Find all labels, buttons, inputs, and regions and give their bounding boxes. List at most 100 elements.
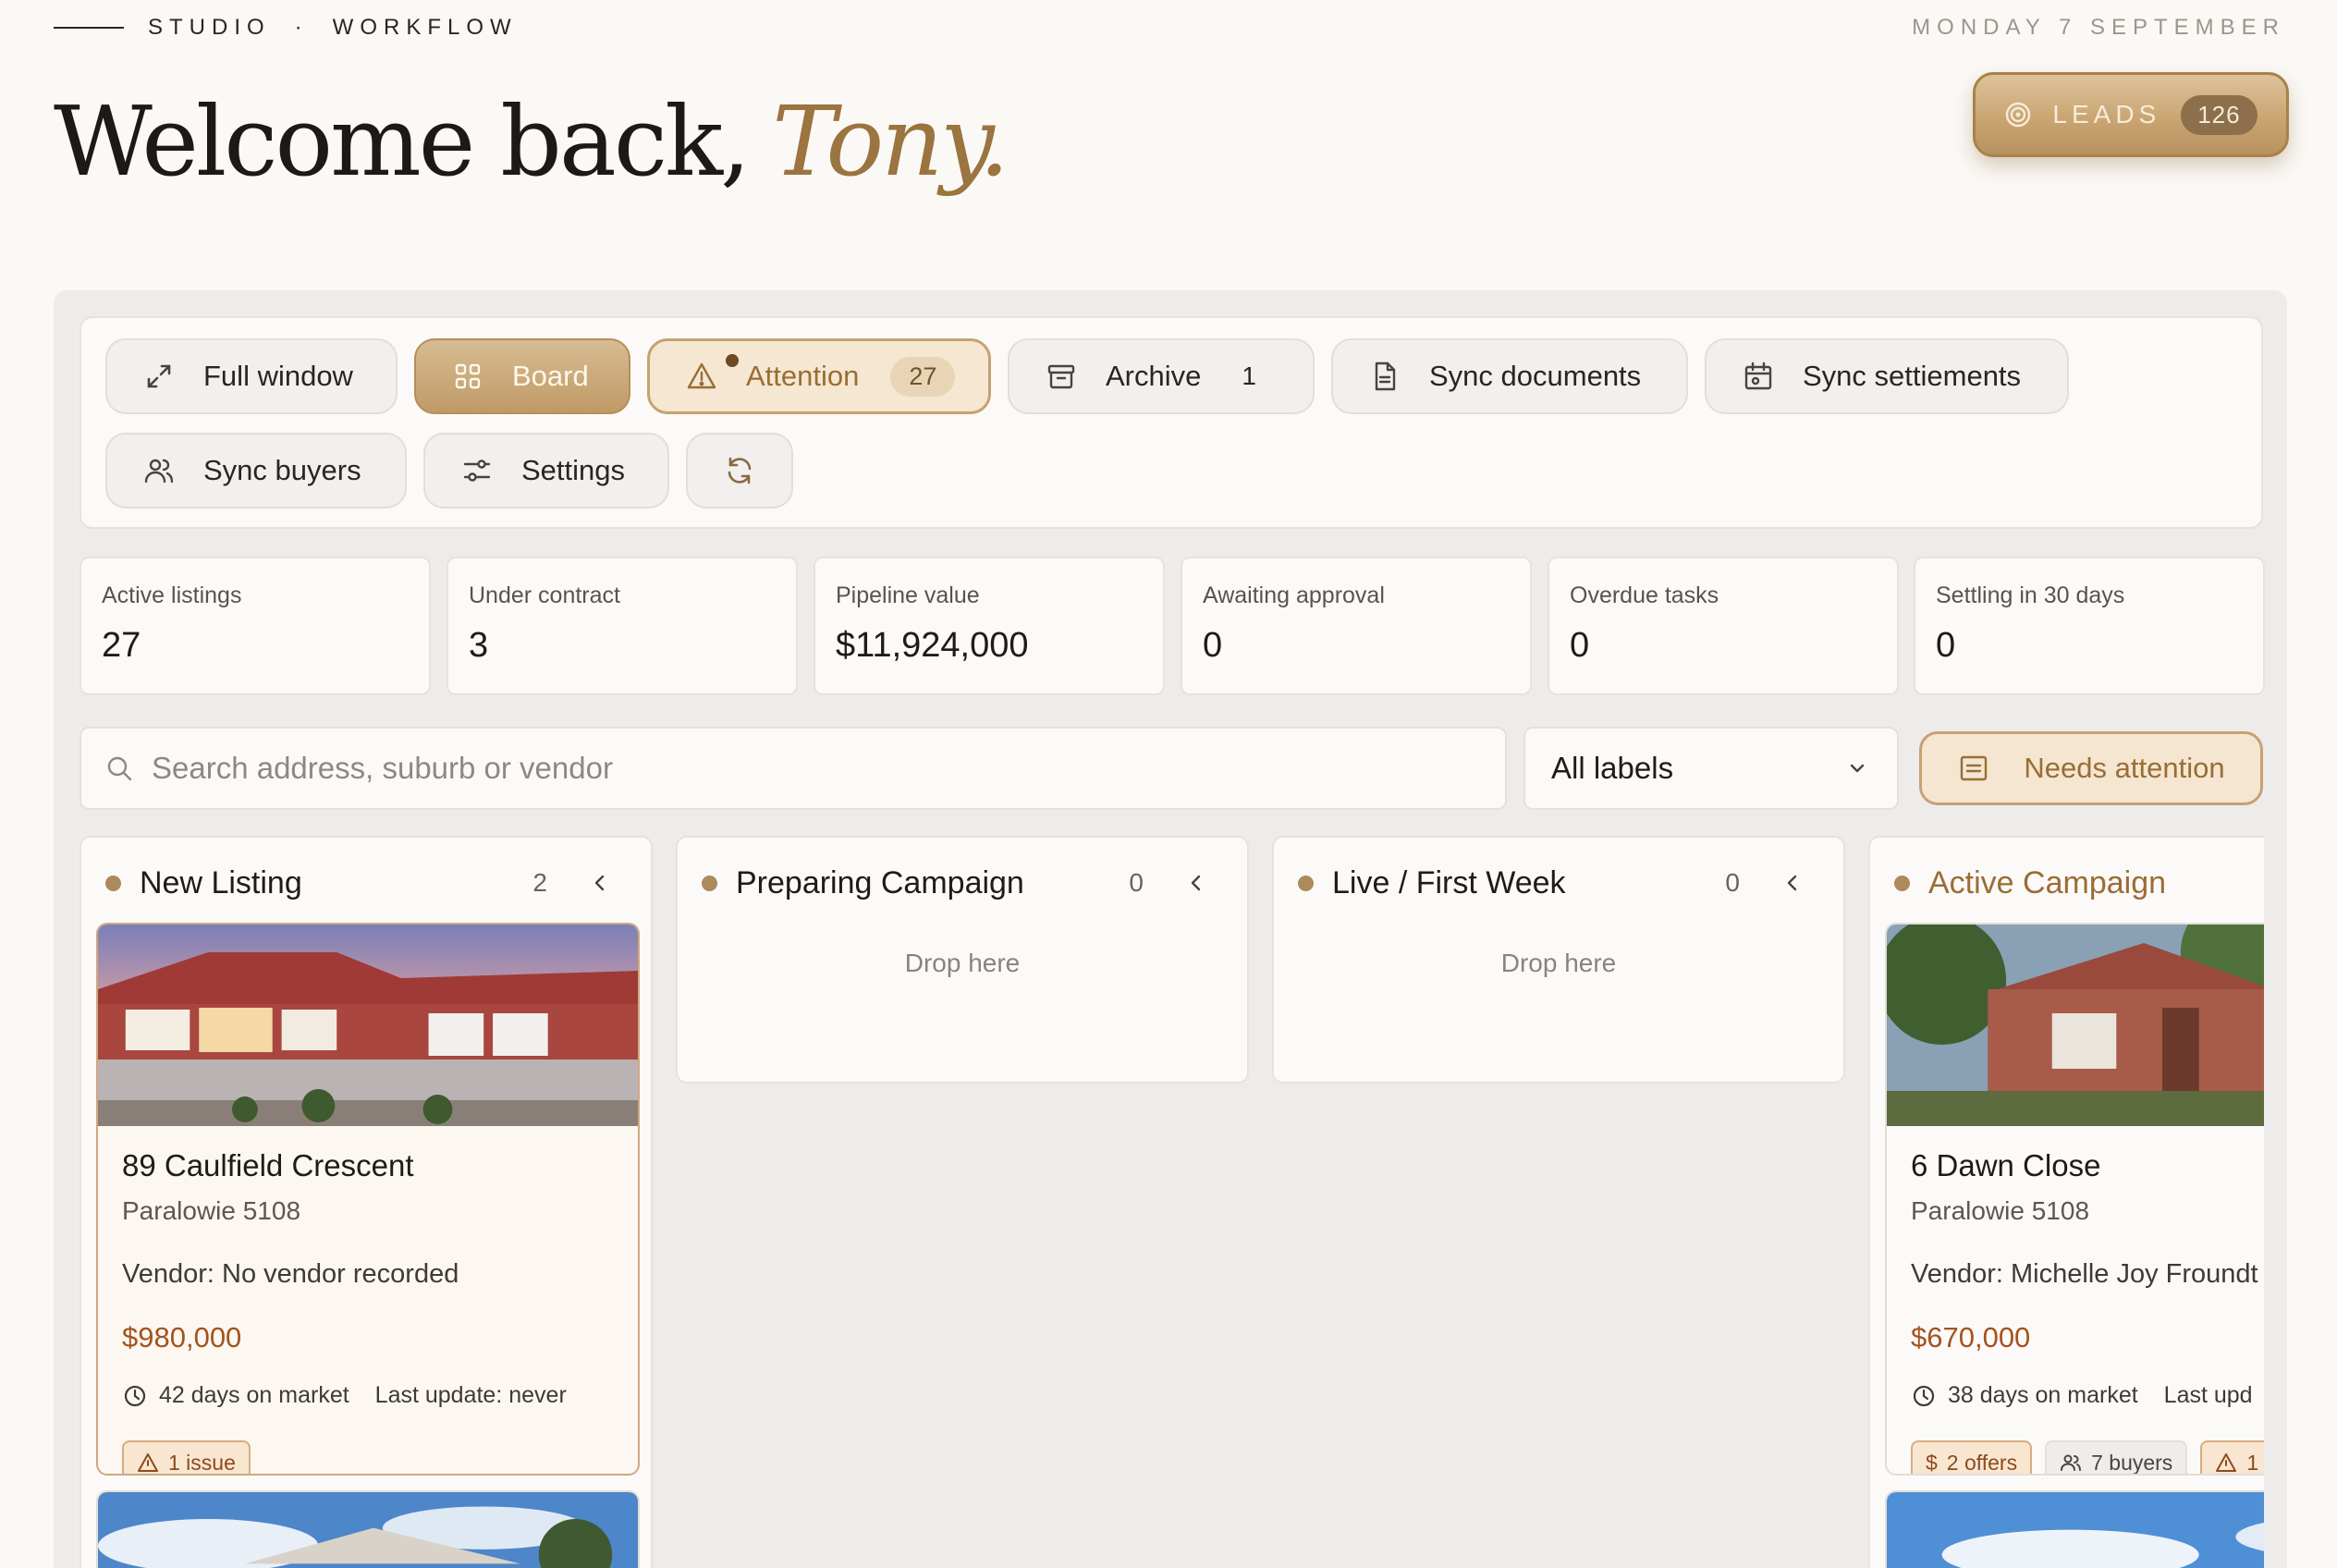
column-status-dot	[1298, 875, 1314, 891]
sync-settlements-button[interactable]: Sync settiements	[1705, 338, 2069, 414]
stat-label: Under contract	[469, 582, 620, 608]
issue-tag[interactable]: 1	[2200, 1440, 2264, 1475]
property-suburb: Paralowie 5108	[1911, 1196, 2090, 1225]
offers-tag-label: 2 offers	[1946, 1450, 2018, 1475]
issue-tag-label: 1 issue	[168, 1450, 236, 1475]
leads-label: LEADS	[2052, 100, 2161, 129]
welcome-text: Welcome back,	[54, 85, 751, 198]
collapse-chevron-icon[interactable]	[586, 869, 614, 897]
search-input[interactable]	[152, 751, 1505, 786]
stat-value: 3	[469, 626, 489, 665]
target-icon	[2006, 102, 2031, 128]
days-on-market-text: 42 days on market	[159, 1382, 349, 1408]
column-active-campaign: Active Campaign 6 Dawn Close Paralowie 5…	[1868, 836, 2264, 1568]
expand-icon	[147, 364, 171, 388]
card-tags: 1 issue	[122, 1440, 614, 1475]
property-suburb: Paralowie 5108	[122, 1196, 301, 1225]
buyers-tag[interactable]: 7 buyers	[2045, 1440, 2188, 1475]
archive-icon	[1047, 364, 1075, 389]
last-update: Last update: never	[374, 1382, 567, 1408]
stat-overdue-tasks: Overdue tasks 0	[1548, 557, 1899, 695]
app-eyebrow: STUDIO · WORKFLOW	[54, 15, 518, 41]
eyebrow-separator: ·	[294, 15, 309, 40]
column-status-dot	[105, 875, 121, 891]
stat-value: 0	[1936, 626, 1956, 665]
archive-button[interactable]: Archive 1	[1008, 338, 1315, 414]
offers-tag[interactable]: $ 2 offers	[1911, 1440, 2033, 1475]
stat-label: Settling in 30 days	[1936, 582, 2125, 608]
stat-pipeline-value: Pipeline value $11,924,000	[814, 557, 1165, 695]
listing-card[interactable]	[96, 1490, 640, 1568]
board-view-button[interactable]: Board	[414, 338, 630, 414]
archive-count: 1	[1242, 361, 1256, 390]
buyers-tag-label: 7 buyers	[2091, 1450, 2173, 1475]
list-icon	[1961, 755, 1988, 781]
sliders-icon	[463, 459, 491, 482]
users-icon	[2061, 1454, 2082, 1471]
full-window-button[interactable]: Full window	[105, 338, 398, 414]
vendor-name: Vendor: Michelle Joy Froundt	[1911, 1259, 2258, 1289]
refresh-icon	[728, 457, 752, 484]
column-header: New Listing 2	[81, 838, 651, 928]
sync-documents-button[interactable]: Sync documents	[1331, 338, 1688, 414]
stat-settling-30-days: Settling in 30 days 0	[1914, 557, 2265, 695]
stat-label: Pipeline value	[836, 582, 980, 608]
leads-count-badge: 126	[2181, 94, 2257, 135]
listing-card[interactable]: 89 Caulfield Crescent Paralowie 5108 Ven…	[96, 923, 640, 1476]
last-update: Last upd	[2163, 1382, 2253, 1408]
property-price: $670,000	[1911, 1321, 2031, 1354]
needs-attention-button[interactable]: Needs attention	[1919, 731, 2263, 805]
drop-zone[interactable]: Drop here	[1274, 928, 1843, 978]
notification-dot	[726, 354, 739, 367]
attention-label: Attention	[746, 360, 860, 392]
eyebrow-rule	[54, 27, 124, 29]
drop-zone[interactable]: Drop here	[678, 928, 1247, 978]
board-label: Board	[512, 360, 589, 392]
issue-tag[interactable]: 1 issue	[122, 1440, 251, 1475]
issue-tag-label: 1	[2246, 1450, 2259, 1475]
refresh-button[interactable]	[686, 433, 793, 508]
listing-card[interactable]: 6 Dawn Close Paralowie 5108 Vendor: Mich…	[1885, 923, 2264, 1476]
sync-documents-label: Sync documents	[1429, 360, 1642, 392]
column-title: Live / First Week	[1332, 864, 1566, 900]
stat-active-listings: Active listings 27	[80, 557, 431, 695]
warning-icon	[687, 362, 716, 389]
days-on-market: 38 days on market	[1911, 1382, 2138, 1409]
toolbar: Full window Board Attention 27 Archive 1	[80, 316, 2263, 529]
stat-under-contract: Under contract 3	[447, 557, 798, 695]
sync-buyers-button[interactable]: Sync buyers	[105, 433, 407, 508]
user-name: Tony.	[772, 85, 1009, 198]
leads-button[interactable]: LEADS 126	[1973, 72, 2289, 157]
dollar-icon: $	[1926, 1450, 1938, 1475]
column-clip: Active Campaign 6 Dawn Close Paralowie 5…	[1868, 836, 2264, 1568]
card-tags: $ 2 offers 7 buyers 1	[1911, 1440, 2264, 1475]
search-bar	[80, 727, 1507, 810]
stat-value: 27	[102, 626, 141, 665]
full-window-label: Full window	[203, 360, 353, 392]
property-address: 6 Dawn Close	[1911, 1148, 2101, 1182]
warning-icon	[138, 1453, 158, 1472]
search-icon	[107, 756, 132, 781]
card-body: 89 Caulfield Crescent Paralowie 5108 Ven…	[98, 1126, 638, 1475]
listing-card[interactable]	[1885, 1490, 2264, 1568]
needs-attention-label: Needs attention	[2024, 752, 2225, 784]
column-live-first-week: Live / First Week 0 Drop here	[1272, 836, 1845, 1084]
attention-count-badge: 27	[890, 356, 956, 397]
column-title: New Listing	[140, 864, 302, 900]
column-header: Preparing Campaign 0	[678, 838, 1247, 928]
column-new-listing: New Listing 2 89 Caulfield Crescent Para…	[80, 836, 653, 1568]
property-photo	[1887, 925, 2264, 1126]
sync-buyers-label: Sync buyers	[203, 454, 361, 486]
collapse-chevron-icon[interactable]	[1182, 869, 1210, 897]
vendor-name: Vendor: No vendor recorded	[122, 1259, 459, 1289]
labels-dropdown[interactable]: All labels	[1523, 727, 1899, 810]
column-count: 0	[1129, 868, 1144, 897]
calendar-icon	[1744, 361, 1772, 390]
attention-button[interactable]: Attention 27	[647, 338, 991, 414]
column-count: 0	[1725, 868, 1740, 897]
settings-button[interactable]: Settings	[423, 433, 669, 508]
card-meta: 38 days on market Last upd	[1911, 1382, 2264, 1409]
column-title: Preparing Campaign	[736, 864, 1024, 900]
collapse-chevron-icon[interactable]	[1779, 869, 1806, 897]
board-panel: Full window Board Attention 27 Archive 1	[54, 290, 2287, 1568]
